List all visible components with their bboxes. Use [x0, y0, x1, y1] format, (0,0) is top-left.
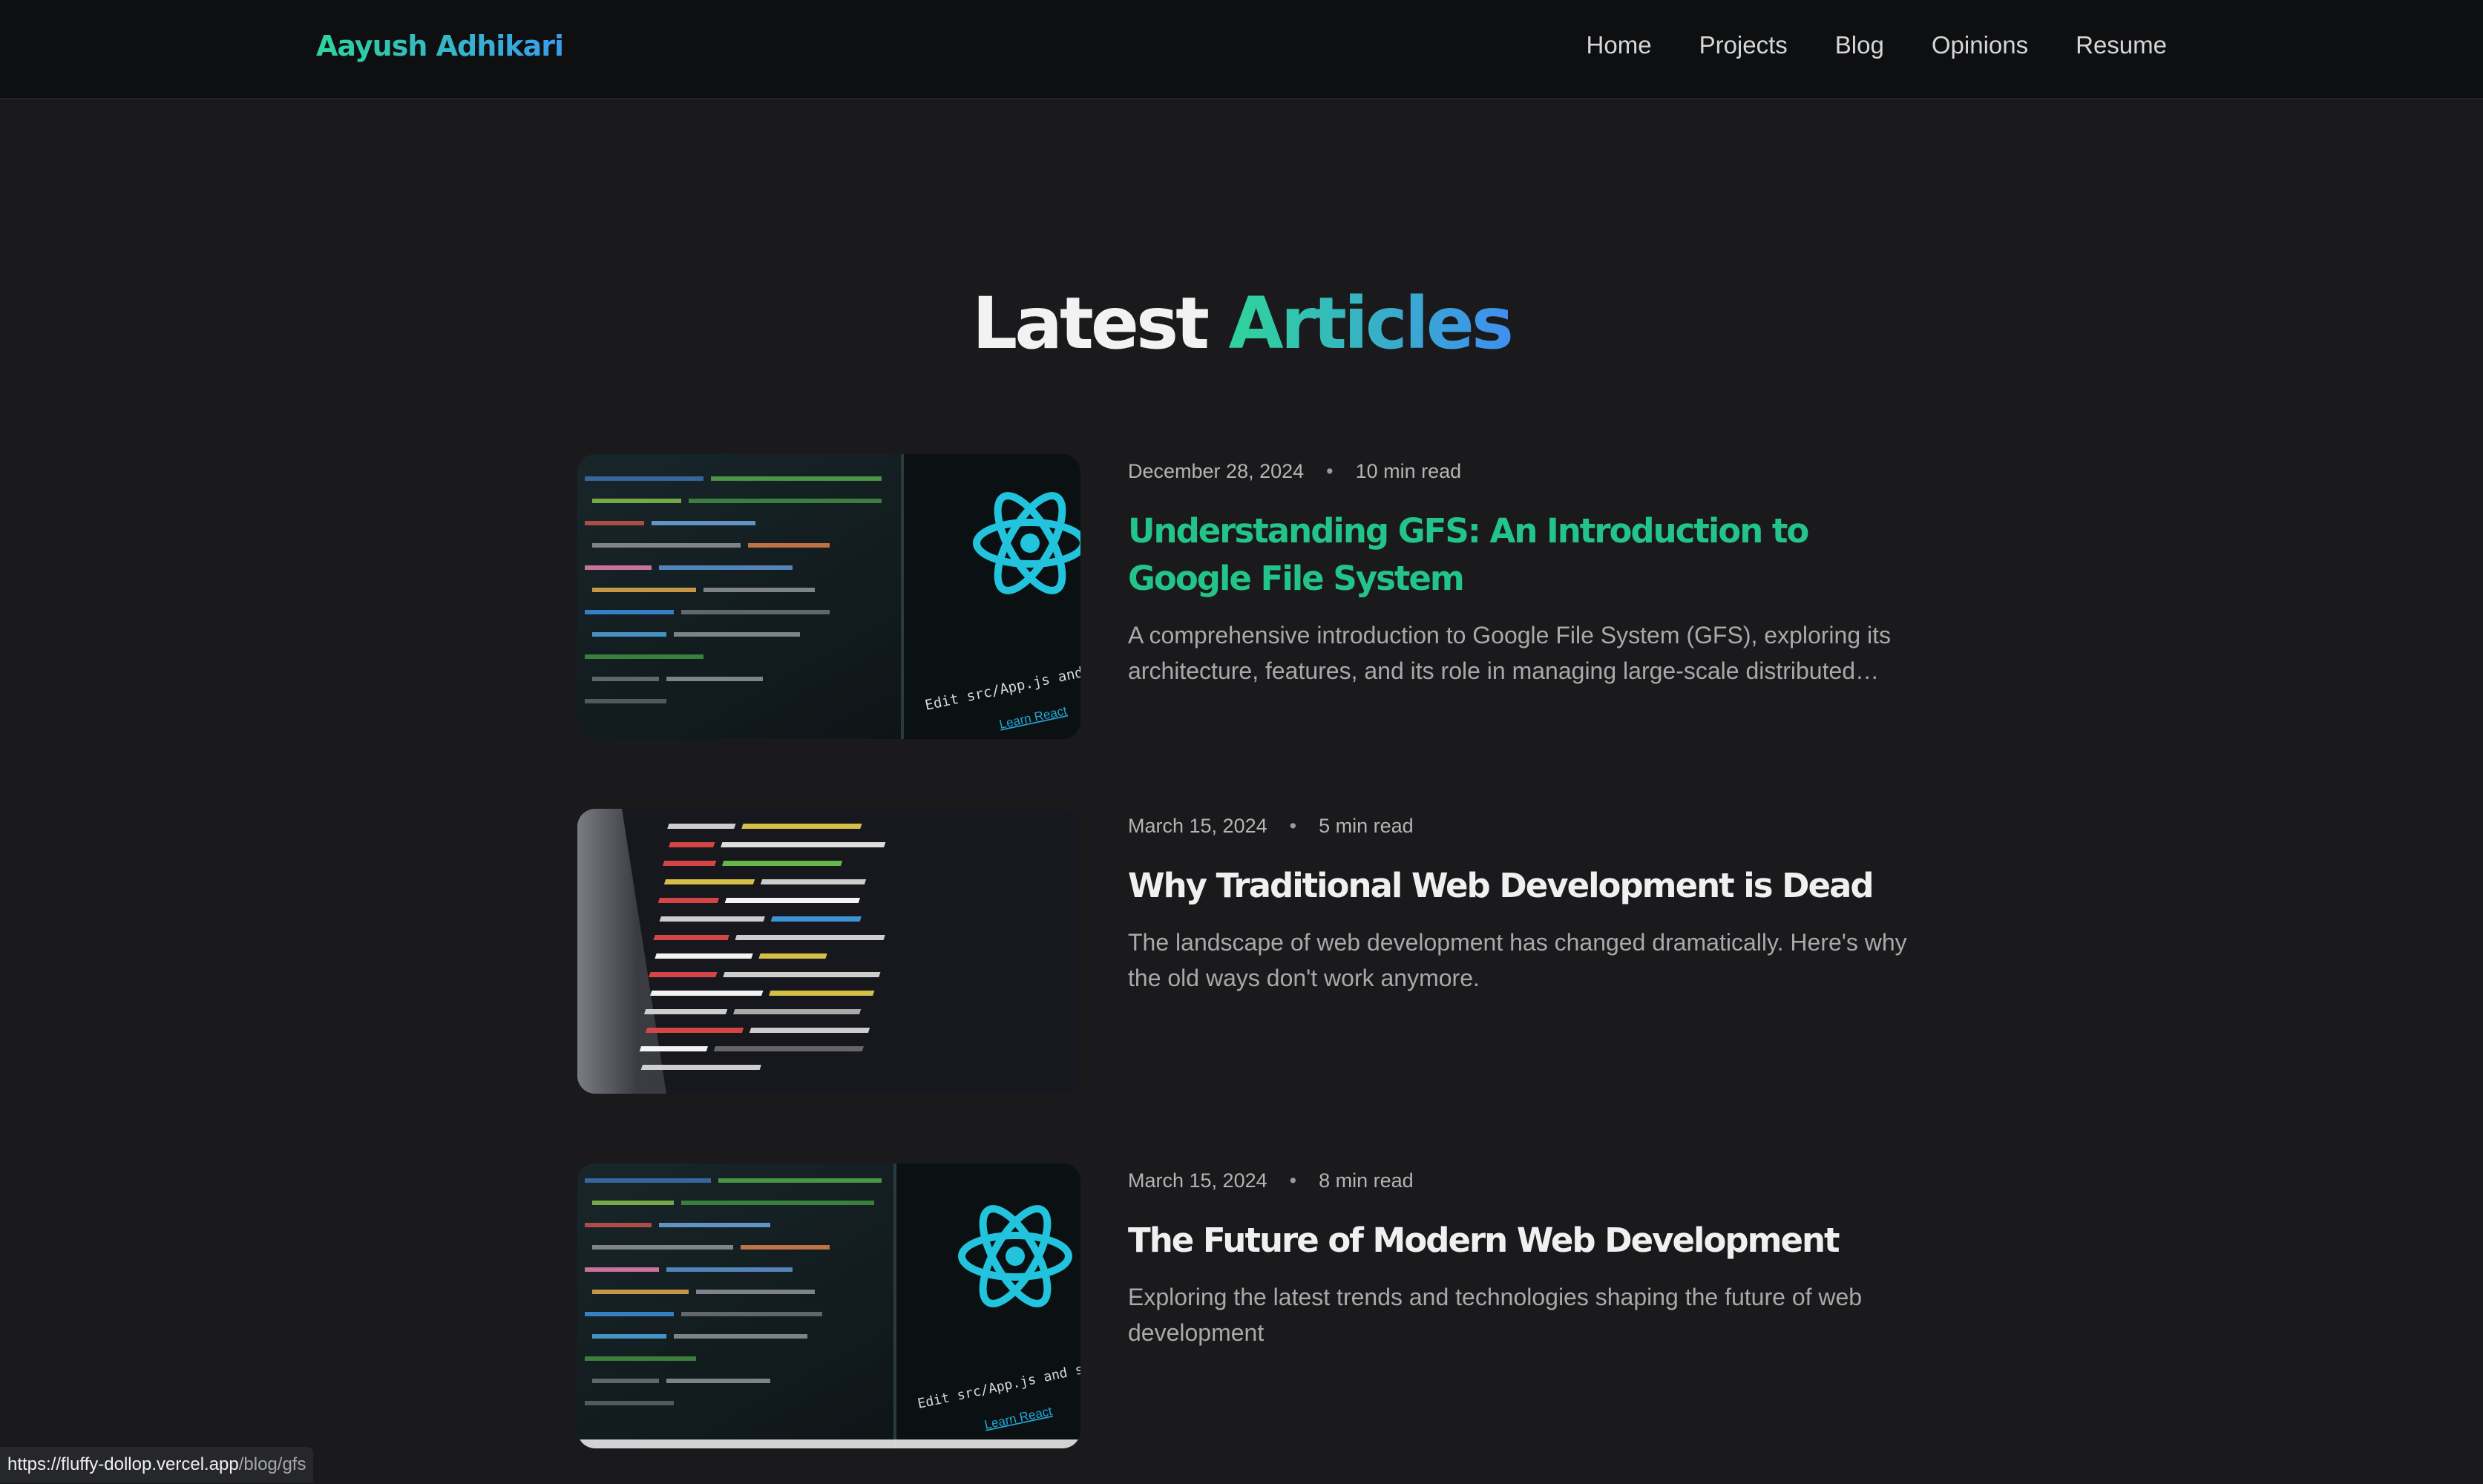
meta-separator: • — [1289, 815, 1297, 837]
article-date: March 15, 2024 — [1128, 815, 1267, 837]
article-title-link[interactable]: The Future of Modern Web Development — [1128, 1217, 1915, 1264]
code-screen-image — [577, 809, 1080, 1094]
section-heading: Latest Articles — [0, 282, 2483, 365]
article-title-link[interactable]: Why Traditional Web Development is Dead — [1128, 862, 1915, 910]
status-url-host: https://fluffy-dollop.vercel.app — [7, 1454, 239, 1474]
article-card[interactable]: March 15, 2024 • 5 min read Why Traditiona… — [577, 809, 1913, 1094]
nav-resume-link[interactable]: Resume — [2076, 31, 2167, 59]
react-code-editor-image: Edit src/App.js and save Learn React — [577, 454, 1080, 739]
article-read-time: 8 min read — [1319, 1169, 1414, 1192]
nav-opinions-link[interactable]: Opinions — [1932, 31, 2028, 59]
meta-separator: • — [1289, 1169, 1297, 1192]
article-thumbnail[interactable]: Edit src/App.js and save Learn React — [577, 454, 1080, 739]
article-thumbnail[interactable]: Edit src/App.js and save to rel Learn Re… — [577, 1163, 1080, 1448]
article-date: March 15, 2024 — [1128, 1169, 1267, 1192]
article-card[interactable]: Edit src/App.js and save to rel Learn Re… — [577, 1163, 1913, 1448]
article-excerpt: A comprehensive introduction to Google F… — [1128, 622, 1891, 684]
article-meta: March 15, 2024 • 8 min read — [1128, 1169, 1414, 1192]
top-navbar: Aayush Adhikari Home Projects Blog Opini… — [0, 0, 2483, 99]
main-nav: Home Projects Blog Opinions Resume — [1587, 31, 2167, 59]
nav-blog-link[interactable]: Blog — [1835, 31, 1884, 59]
article-read-time: 10 min read — [1355, 460, 1462, 482]
article-title-link[interactable]: Understanding GFS: An Introduction to Go… — [1128, 508, 1915, 603]
react-code-editor-image: Edit src/App.js and save to rel Learn Re… — [577, 1163, 1080, 1448]
heading-articles: Articles — [1228, 282, 1513, 365]
article-meta: March 15, 2024 • 5 min read — [1128, 815, 1414, 838]
meta-separator: • — [1326, 460, 1334, 482]
heading-latest: Latest — [972, 282, 1210, 365]
article-date: December 28, 2024 — [1128, 460, 1305, 482]
article-thumbnail[interactable] — [577, 809, 1080, 1094]
status-url-path: /blog/gfs — [238, 1454, 306, 1474]
nav-projects-link[interactable]: Projects — [1699, 31, 1788, 59]
article-card[interactable]: Edit src/App.js and save Learn React Dec… — [577, 454, 1913, 739]
site-brand-logo[interactable]: Aayush Adhikari — [316, 30, 564, 62]
browser-status-url: https://fluffy-dollop.vercel.app/blog/gf… — [0, 1447, 314, 1483]
article-excerpt: The landscape of web development has cha… — [1128, 929, 1907, 991]
article-meta: December 28, 2024 • 10 min read — [1128, 460, 1461, 483]
nav-home-link[interactable]: Home — [1587, 31, 1652, 59]
article-read-time: 5 min read — [1319, 815, 1414, 837]
article-excerpt: Exploring the latest trends and technolo… — [1128, 1284, 1863, 1346]
